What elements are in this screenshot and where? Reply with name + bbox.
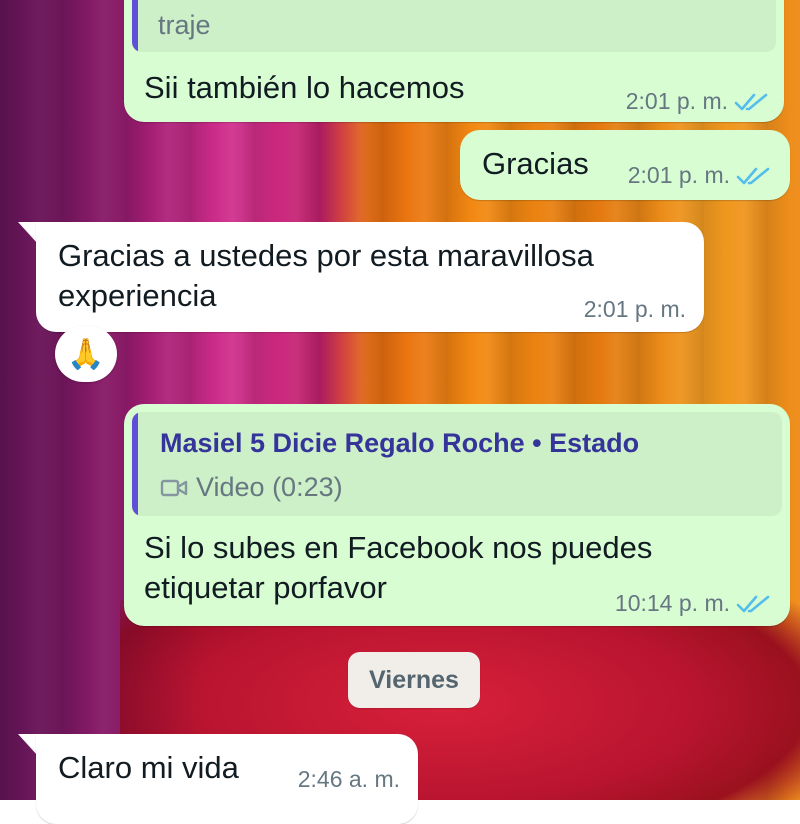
date-separator: Viernes [348, 652, 480, 708]
double-check-read-icon [734, 93, 768, 110]
message-time: 2:01 p. m. [625, 88, 728, 114]
quote-media: Video (0:23) [160, 472, 343, 503]
bubble-tail [18, 734, 38, 756]
message-bubble-outgoing[interactable]: Gracias 2:01 p. m. [460, 130, 790, 200]
message-text: Gracias [482, 146, 589, 181]
message-meta: 2:46 a. m. [298, 766, 400, 793]
quoted-status[interactable]: Masiel 5 Dicie Regalo Roche • Estado Vid… [132, 412, 782, 516]
video-camera-icon [160, 479, 188, 496]
message-text-line: Si lo subes en Facebook nos puedes [144, 530, 653, 565]
message-bubble-incoming[interactable]: Claro mi vida 2:46 a. m. [36, 734, 418, 824]
quoted-message[interactable]: traje [132, 0, 776, 52]
message-meta: 10:14 p. m. [615, 590, 772, 617]
message-bubble-outgoing[interactable]: Masiel 5 Dicie Regalo Roche • Estado Vid… [124, 404, 790, 626]
date-separator-label: Viernes [369, 665, 459, 694]
message-text-line: etiquetar porfavor [144, 570, 387, 605]
message-bubble-incoming[interactable]: Gracias a ustedes por esta maravillosa e… [36, 222, 704, 332]
reaction-badge[interactable]: 🙏 [55, 326, 117, 382]
message-bubble-outgoing[interactable]: traje Sii también lo hacemos 2:01 p. m. [124, 0, 784, 122]
double-check-read-icon [736, 167, 770, 184]
message-text-line: experiencia [58, 278, 217, 313]
double-check-read-icon [736, 595, 770, 612]
quote-accent-bar [132, 0, 138, 52]
message-time: 2:01 p. m. [583, 296, 686, 322]
bubble-tail [18, 222, 38, 244]
message-text: Claro mi vida [58, 750, 239, 785]
message-meta: 2:01 p. m. [584, 296, 686, 323]
message-time: 10:14 p. m. [614, 590, 730, 616]
quote-accent-bar [132, 412, 138, 516]
quote-media-label: Video (0:23) [196, 472, 343, 502]
quote-sender: Masiel 5 Dicie Regalo Roche • Estado [160, 428, 640, 458]
message-meta: 2:01 p. m. [626, 88, 770, 115]
folded-hands-emoji: 🙏 [67, 337, 105, 371]
message-text: Sii también lo hacemos [144, 70, 465, 105]
message-text-line: Gracias a ustedes por esta maravillosa [58, 238, 594, 273]
message-time: 2:01 p. m. [627, 162, 730, 188]
quote-text: traje [158, 10, 211, 40]
message-meta: 2:01 p. m. [628, 162, 772, 189]
message-time: 2:46 a. m. [297, 766, 400, 792]
